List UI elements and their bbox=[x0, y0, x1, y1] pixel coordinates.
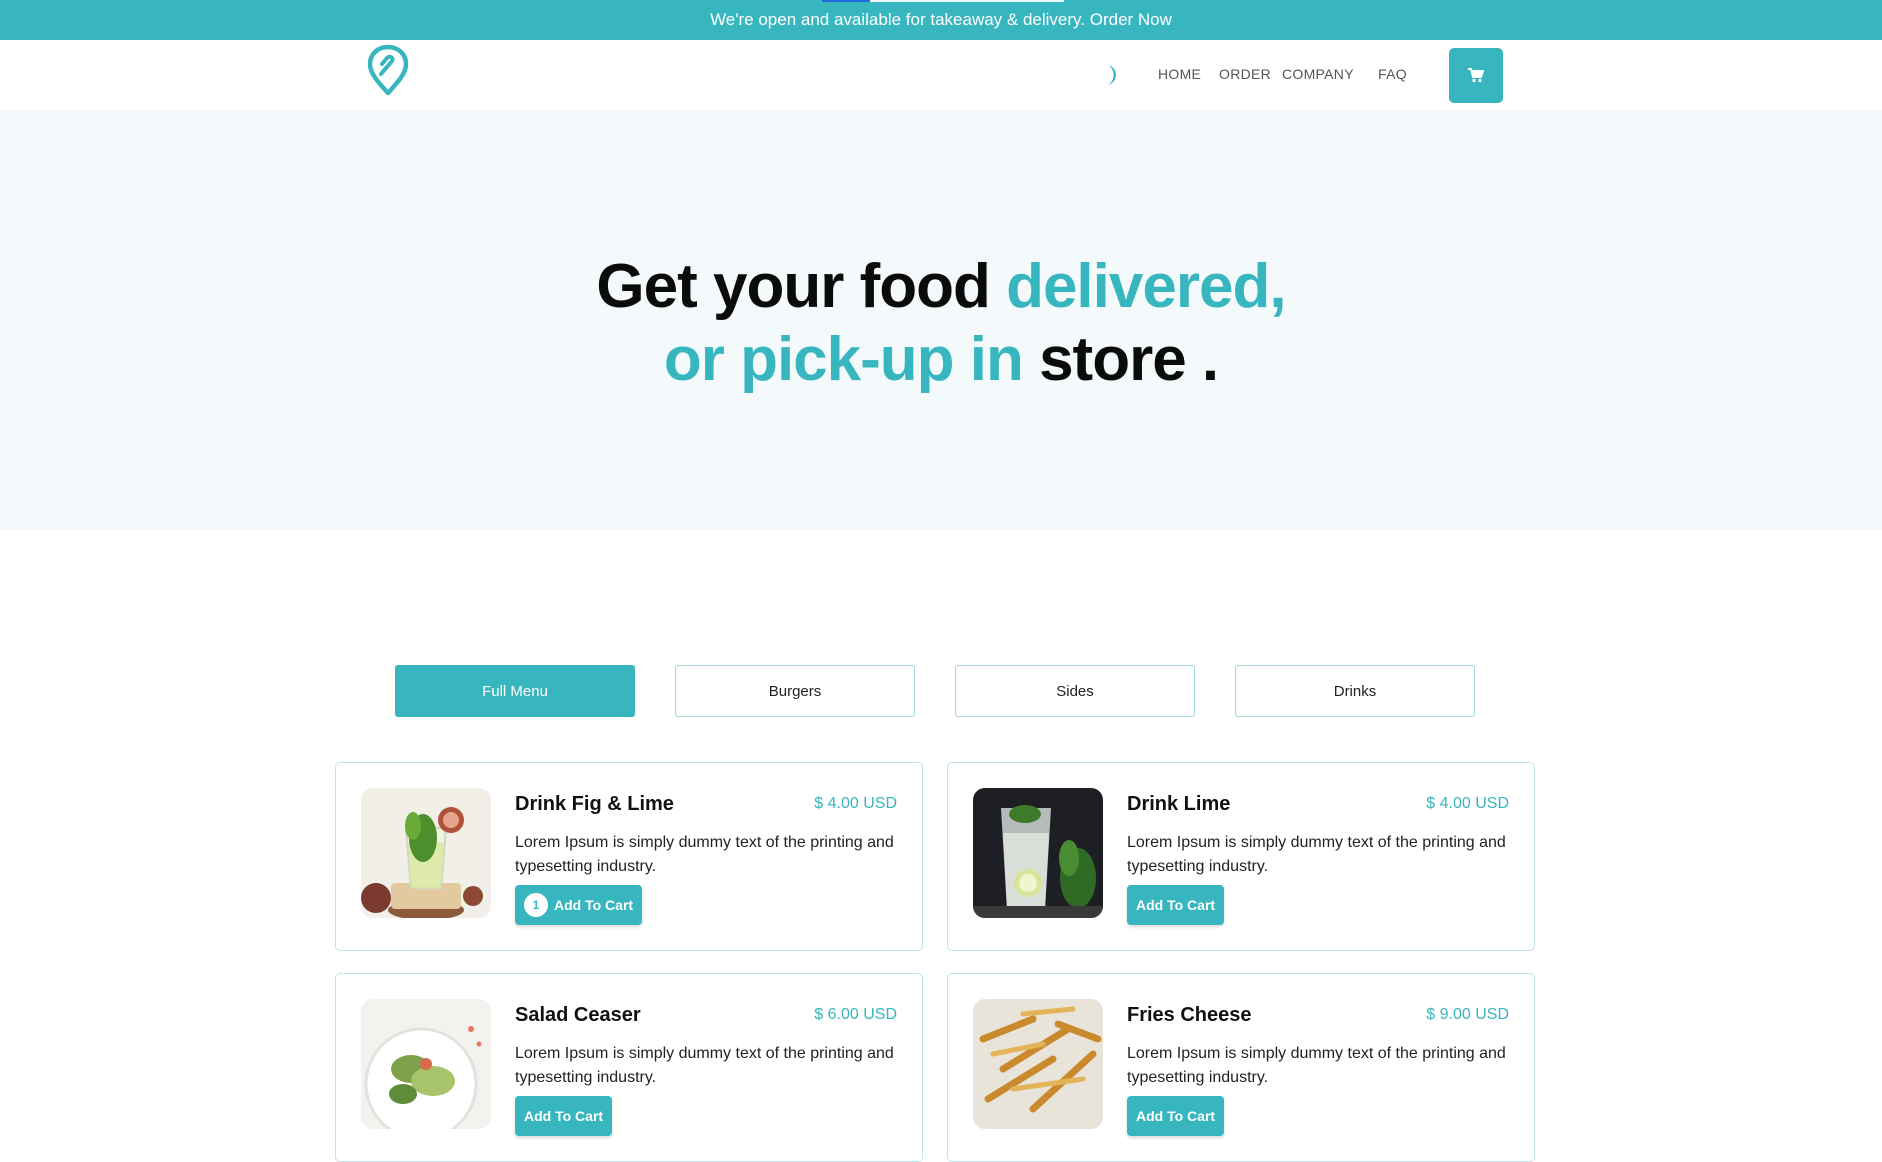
product-description: Lorem Ipsum is simply dummy text of the … bbox=[1127, 834, 1506, 875]
add-to-cart-label: Add To Cart bbox=[1136, 897, 1216, 913]
product-title: Drink Fig & Lime bbox=[515, 793, 674, 815]
drink-lime-photo bbox=[973, 788, 1103, 918]
hero-line2-accent: or pick-up in bbox=[663, 325, 1040, 394]
hero-title: Get your food delivered, or pick-up in s… bbox=[0, 250, 1882, 396]
nav-company-link[interactable]: COMPANY bbox=[1282, 66, 1354, 82]
product-title: Fries Cheese bbox=[1127, 1004, 1252, 1026]
add-to-cart-button[interactable]: Add To Cart bbox=[1127, 885, 1225, 925]
product-price: $ 9.00 USD bbox=[1426, 1006, 1509, 1023]
add-to-cart-label: Add To Cart bbox=[1136, 1108, 1216, 1124]
product-card: Drink Fig & Lime $ 4.00 USD Lorem Ipsum … bbox=[335, 762, 923, 951]
fries-cheese-photo bbox=[973, 999, 1103, 1129]
shopping-cart-icon bbox=[1468, 68, 1484, 83]
cart-quantity-badge: 1 bbox=[524, 893, 548, 917]
add-to-cart-button[interactable]: 1 Add To Cart bbox=[515, 885, 643, 925]
add-to-cart-label: Add To Cart bbox=[554, 897, 634, 913]
product-card: Drink Lime $ 4.00 USD Lorem Ipsum is sim… bbox=[947, 762, 1535, 951]
product-description: Lorem Ipsum is simply dummy text of the … bbox=[515, 834, 894, 875]
product-price: $ 4.00 USD bbox=[1426, 795, 1509, 812]
product-description: Lorem Ipsum is simply dummy text of the … bbox=[515, 1045, 894, 1086]
tab-full-menu[interactable]: Full Menu bbox=[395, 665, 635, 717]
banner-progress-line bbox=[822, 0, 1064, 2]
hero-line1-dark: Get your food bbox=[596, 252, 1007, 321]
add-to-cart-label: Add To Cart bbox=[524, 1108, 604, 1124]
cart-button[interactable] bbox=[1449, 48, 1503, 103]
announcement-banner: We're open and available for takeaway & … bbox=[0, 0, 1882, 40]
product-title: Drink Lime bbox=[1127, 793, 1231, 815]
tab-drinks[interactable]: Drinks bbox=[1235, 665, 1475, 717]
product-description: Lorem Ipsum is simply dummy text of the … bbox=[1127, 1045, 1506, 1086]
hero-line1-accent: delivered, bbox=[1006, 252, 1286, 321]
nav-order-link[interactable]: ORDER bbox=[1219, 66, 1271, 82]
moon-icon[interactable] bbox=[1100, 64, 1120, 86]
add-to-cart-button[interactable]: Add To Cart bbox=[1127, 1096, 1225, 1136]
salad-ceaser-photo bbox=[361, 999, 491, 1129]
nav-faq-link[interactable]: FAQ bbox=[1378, 66, 1407, 82]
product-title: Salad Ceaser bbox=[515, 1004, 641, 1026]
hero-line2-dark: store . bbox=[1039, 325, 1219, 394]
product-price: $ 6.00 USD bbox=[814, 1006, 897, 1023]
tab-sides[interactable]: Sides bbox=[955, 665, 1195, 717]
nav-home-link[interactable]: HOME bbox=[1158, 66, 1201, 82]
tab-burgers[interactable]: Burgers bbox=[675, 665, 915, 717]
product-card: Fries Cheese $ 9.00 USD Lorem Ipsum is s… bbox=[947, 973, 1535, 1162]
product-price: $ 4.00 USD bbox=[814, 795, 897, 812]
banner-text[interactable]: We're open and available for takeaway & … bbox=[710, 10, 1172, 29]
map-pin-logo-icon[interactable] bbox=[366, 44, 410, 96]
navbar bbox=[0, 40, 1882, 111]
product-card: Salad Ceaser $ 6.00 USD Lorem Ipsum is s… bbox=[335, 973, 923, 1162]
drink-fig-lime-photo bbox=[361, 788, 491, 918]
add-to-cart-button[interactable]: Add To Cart bbox=[515, 1096, 613, 1136]
